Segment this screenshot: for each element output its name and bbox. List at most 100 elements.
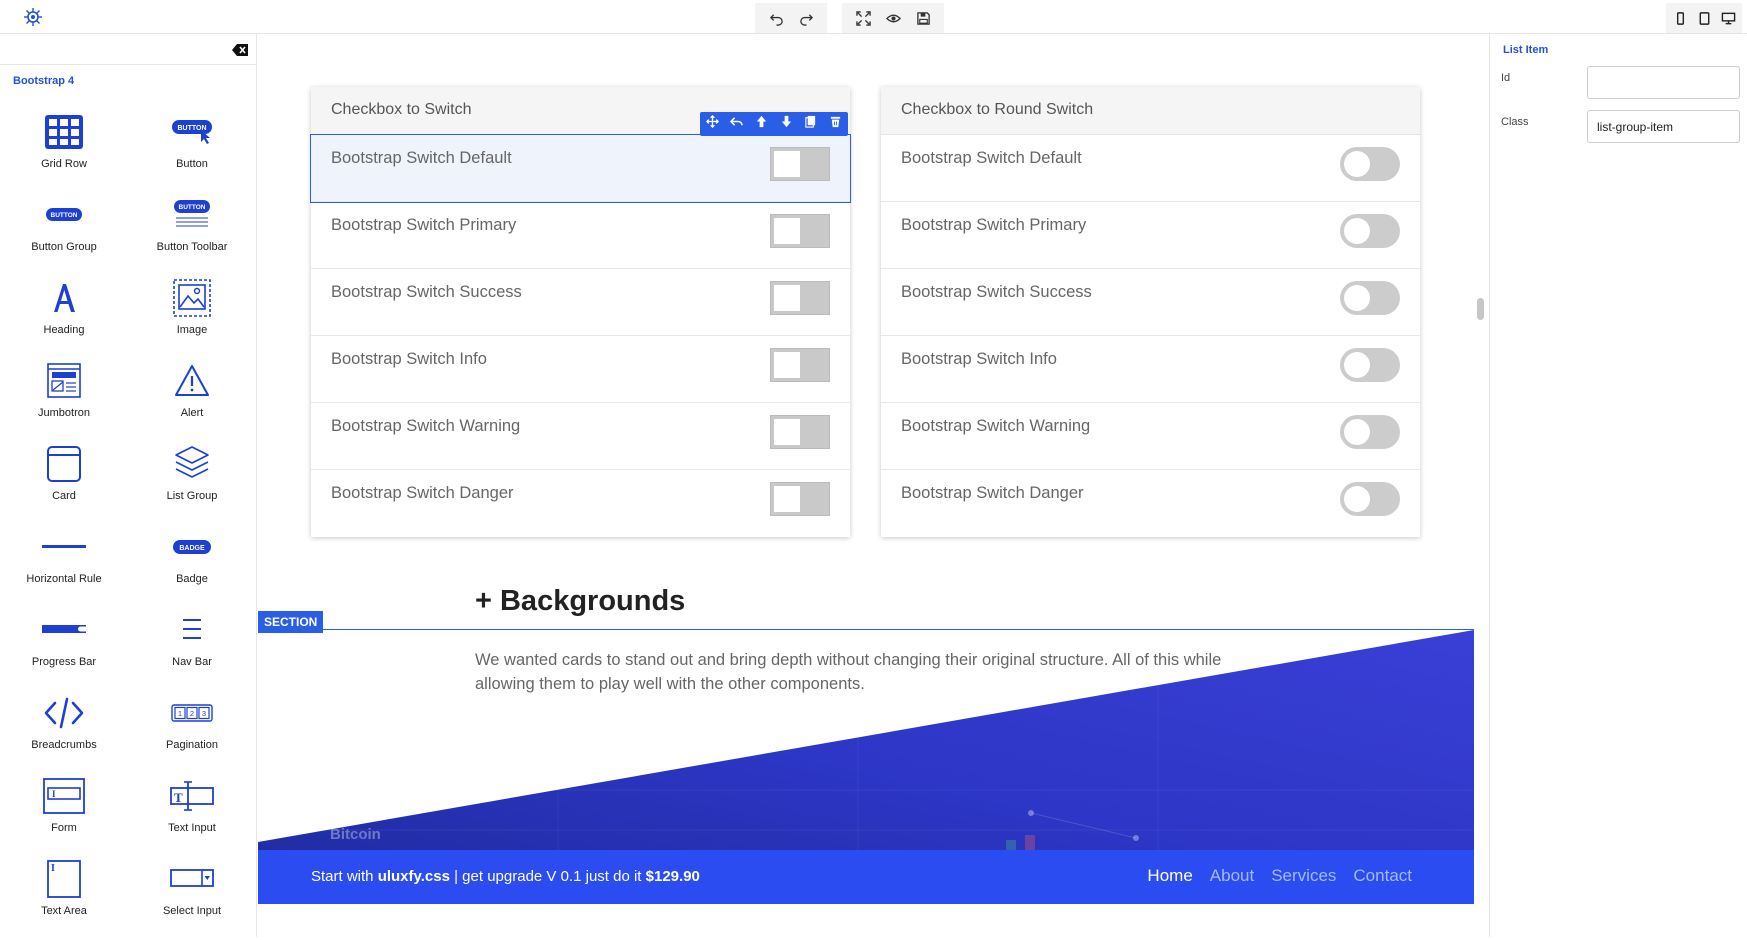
component-progress-bar[interactable]: Progress Bar	[0, 608, 128, 691]
heading-icon	[41, 276, 87, 320]
footer-prefix: Start with	[311, 868, 378, 885]
pagination-icon: 123	[169, 691, 215, 735]
round-switch[interactable]	[1340, 147, 1400, 181]
text-area-icon-cursor: I	[51, 863, 55, 874]
component-list-group[interactable]: List Group	[128, 442, 256, 525]
component-label: Select Input	[162, 905, 222, 917]
button-toolbar-icon-text: BUTTON	[179, 204, 206, 211]
list-item[interactable]: Bootstrap Switch Danger	[311, 470, 850, 537]
list-item[interactable]: Bootstrap Switch Warning	[881, 403, 1420, 470]
list-item-label: Bootstrap Switch Success	[331, 283, 522, 301]
bitcoin-label: Bitcoin	[330, 826, 381, 843]
preview-eye-icon[interactable]	[878, 3, 908, 33]
footer-nav: Home About Services Contact	[1147, 866, 1412, 886]
component-horizontal-rule[interactable]: Horizontal Rule	[0, 525, 128, 608]
logo-icon[interactable]	[22, 6, 44, 28]
component-nav-bar[interactable]: Nav Bar	[128, 608, 256, 691]
footer-bar: Start with uluxfy.css | get upgrade V 0.…	[258, 850, 1474, 904]
component-label: Badge	[176, 573, 208, 585]
component-alert[interactable]: Alert	[128, 359, 256, 442]
list-item[interactable]: Bootstrap Switch Success	[311, 269, 850, 336]
component-label: Button	[176, 158, 208, 170]
round-switch[interactable]	[1340, 482, 1400, 516]
image-icon	[169, 276, 215, 320]
redo-icon[interactable]	[791, 3, 821, 33]
square-switch[interactable]	[770, 281, 830, 315]
nav-link-home[interactable]: Home	[1147, 866, 1192, 886]
list-item-label: Bootstrap Switch Info	[901, 350, 1057, 368]
class-label: Class	[1501, 116, 1529, 128]
round-switch[interactable]	[1340, 348, 1400, 382]
move-down-icon[interactable]	[780, 115, 793, 133]
component-grid-row[interactable]: Grid Row	[0, 110, 128, 193]
round-switch[interactable]	[1340, 281, 1400, 315]
square-switch[interactable]	[770, 214, 830, 248]
move-icon[interactable]	[705, 115, 719, 133]
component-form[interactable]: I Form	[0, 774, 128, 857]
list-item[interactable]: Bootstrap Switch Default	[881, 135, 1420, 202]
square-switch[interactable]	[770, 415, 830, 449]
component-pagination[interactable]: 123 Pagination	[128, 691, 256, 774]
list-item-label: Bootstrap Switch Primary	[901, 216, 1087, 234]
square-switch[interactable]	[770, 482, 830, 516]
jumbotron-icon	[41, 359, 87, 403]
nav-link-services[interactable]: Services	[1271, 866, 1336, 886]
component-label: Alert	[180, 407, 204, 419]
close-sidebar-icon[interactable]	[232, 43, 248, 56]
move-up-icon[interactable]	[755, 115, 768, 133]
list-item[interactable]: Bootstrap Switch Info	[881, 336, 1420, 403]
square-switch[interactable]	[770, 147, 830, 181]
select-parent-icon[interactable]	[730, 115, 744, 133]
component-button[interactable]: BUTTON Button	[128, 110, 256, 193]
list-item[interactable]: Bootstrap Switch Danger	[881, 470, 1420, 537]
list-item[interactable]: Bootstrap Switch Success	[881, 269, 1420, 336]
component-grid: Grid Row BUTTON Button BUTTON Button Gro…	[0, 110, 257, 940]
component-jumbotron[interactable]: Jumbotron	[0, 359, 128, 442]
component-label: Button Group	[31, 241, 97, 253]
card-icon	[41, 442, 87, 486]
nav-link-contact[interactable]: Contact	[1353, 866, 1412, 886]
save-icon[interactable]	[908, 3, 938, 33]
list-item[interactable]: Bootstrap Switch Warning	[311, 403, 850, 470]
fullscreen-icon[interactable]	[848, 3, 878, 33]
square-switch[interactable]	[770, 348, 830, 382]
desktop-view-icon[interactable]	[1716, 3, 1740, 33]
clone-icon[interactable]	[804, 115, 817, 133]
card-round-switch[interactable]: Checkbox to Round Switch Bootstrap Switc…	[881, 87, 1420, 537]
delete-icon[interactable]	[829, 115, 842, 133]
component-label: Breadcrumbs	[31, 739, 97, 751]
list-item-label: Bootstrap Switch Default	[331, 149, 512, 167]
component-breadcrumbs[interactable]: Breadcrumbs	[0, 691, 128, 774]
component-card[interactable]: Card	[0, 442, 128, 525]
component-heading[interactable]: Heading	[0, 276, 128, 359]
canvas-scrollbar[interactable]	[1477, 298, 1484, 320]
component-text-area[interactable]: I Text Area	[0, 857, 128, 940]
text-area-icon: I	[41, 857, 87, 901]
id-input[interactable]	[1587, 66, 1740, 99]
list-item[interactable]: Bootstrap Switch Info	[311, 336, 850, 403]
list-item[interactable]: Bootstrap Switch Default	[310, 134, 851, 203]
text-input-icon-letter: T	[174, 790, 183, 805]
undo-icon[interactable]	[761, 3, 791, 33]
tablet-view-icon[interactable]	[1692, 3, 1716, 33]
nav-link-about[interactable]: About	[1210, 866, 1254, 886]
mobile-view-icon[interactable]	[1668, 3, 1692, 33]
list-item-label: Bootstrap Switch Warning	[331, 417, 521, 435]
component-select-input[interactable]: Select Input	[128, 857, 256, 940]
round-switch[interactable]	[1340, 214, 1400, 248]
round-switch[interactable]	[1340, 415, 1400, 449]
list-item[interactable]: Bootstrap Switch Primary	[311, 202, 850, 269]
component-button-group[interactable]: BUTTON Button Group	[0, 193, 128, 276]
button-group-icon: BUTTON	[41, 193, 87, 237]
component-text-input[interactable]: T Text Input	[128, 774, 256, 857]
button-icon-text: BUTTON	[177, 125, 206, 132]
nav-bar-icon	[169, 608, 215, 652]
class-input[interactable]	[1587, 110, 1740, 143]
component-label: Pagination	[166, 739, 218, 751]
component-image[interactable]: Image	[128, 276, 256, 359]
list-item-label: Bootstrap Switch Info	[331, 350, 487, 368]
list-item[interactable]: Bootstrap Switch Primary	[881, 202, 1420, 269]
component-badge[interactable]: BADGE Badge	[128, 525, 256, 608]
card-checkbox-switch[interactable]: Checkbox to Switch Bootstrap Switch Defa…	[310, 87, 851, 537]
component-button-toolbar[interactable]: BUTTON Button Toolbar	[128, 193, 256, 276]
